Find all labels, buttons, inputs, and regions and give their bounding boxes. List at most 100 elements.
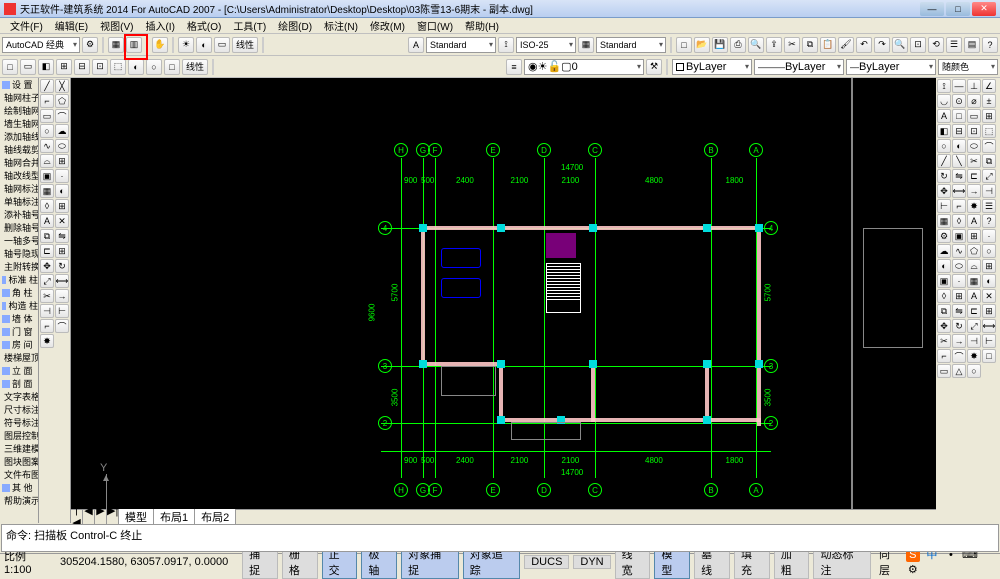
right-tool-12[interactable]: ◧: [937, 124, 951, 138]
tz-icon-10[interactable]: □: [164, 59, 180, 75]
tree-item-8[interactable]: 轴网标注: [0, 182, 38, 195]
right-tool-32[interactable]: ⊢: [937, 199, 951, 213]
block-icon[interactable]: ▣: [40, 169, 54, 183]
right-tool-31[interactable]: ⊣: [982, 184, 996, 198]
render-icon[interactable]: ◐: [196, 37, 212, 53]
right-tool-16[interactable]: ○: [937, 139, 951, 153]
right-tool-46[interactable]: ⬠: [967, 244, 981, 258]
tree-item-30[interactable]: 文件布图: [0, 468, 38, 481]
right-tool-54[interactable]: ▦: [967, 274, 981, 288]
tree-item-28[interactable]: 三维建模: [0, 442, 38, 455]
xline-icon[interactable]: ╳: [55, 79, 69, 93]
right-tool-70[interactable]: ⊣: [967, 334, 981, 348]
close-button[interactable]: ✕: [972, 2, 996, 16]
copy-icon[interactable]: ⧉: [802, 37, 818, 53]
tab-model[interactable]: 模型: [119, 509, 154, 525]
sun-icon[interactable]: ☀: [178, 37, 194, 53]
new-icon[interactable]: □: [676, 37, 692, 53]
tree-item-2[interactable]: 绘制轴网: [0, 104, 38, 117]
drawing-canvas[interactable]: HHGGFFEEDDCCBBAA443322147001470090090050…: [71, 78, 936, 509]
right-tool-10[interactable]: ▭: [967, 109, 981, 123]
menu-format[interactable]: 格式(O): [181, 18, 227, 33]
right-tool-21[interactable]: ╲: [952, 154, 966, 168]
tree-item-11[interactable]: 删除轴号: [0, 221, 38, 234]
tree-item-19[interactable]: 门 窗: [0, 325, 38, 338]
tz-icon-4[interactable]: ⊞: [56, 59, 72, 75]
right-tool-58[interactable]: A: [967, 289, 981, 303]
right-tool-7[interactable]: ±: [982, 94, 996, 108]
mirror-icon[interactable]: ⇋: [55, 229, 69, 243]
redo-icon[interactable]: ↷: [874, 37, 890, 53]
right-tool-65[interactable]: ↻: [952, 319, 966, 333]
menu-modify[interactable]: 修改(M): [364, 18, 411, 33]
right-tool-23[interactable]: ⧉: [982, 154, 996, 168]
explode-icon[interactable]: ✸: [40, 334, 54, 348]
linetype-dropdown[interactable]: ——— ByLayer: [754, 59, 844, 75]
zoom-window-icon[interactable]: ⊡: [910, 37, 926, 53]
right-tool-78[interactable]: ○: [967, 364, 981, 378]
tree-item-9[interactable]: 单轴标注: [0, 195, 38, 208]
ellipse-icon[interactable]: ⬭: [55, 139, 69, 153]
tablestyle-dropdown[interactable]: Standard: [596, 37, 666, 53]
tree-item-23[interactable]: 剖 面: [0, 377, 38, 390]
tree-item-5[interactable]: 轴线载剪: [0, 143, 38, 156]
hatch-icon[interactable]: ▦: [40, 184, 54, 198]
array-icon[interactable]: ⊞: [55, 244, 69, 258]
right-tool-15[interactable]: ⬚: [982, 124, 996, 138]
right-tool-17[interactable]: ◐: [952, 139, 966, 153]
right-tool-30[interactable]: →: [967, 184, 981, 198]
line-icon[interactable]: ╱: [40, 79, 54, 93]
right-tool-35[interactable]: ☰: [982, 199, 996, 213]
right-tool-76[interactable]: ▭: [937, 364, 951, 378]
spline-icon[interactable]: ∿: [40, 139, 54, 153]
save-icon[interactable]: 💾: [712, 37, 728, 53]
tree-item-10[interactable]: 添补轴号: [0, 208, 38, 221]
tree-item-22[interactable]: 立 面: [0, 364, 38, 377]
tz-icon-1[interactable]: □: [2, 59, 18, 75]
right-tool-67[interactable]: ⟷: [982, 319, 996, 333]
right-tool-39[interactable]: ?: [982, 214, 996, 228]
right-tool-56[interactable]: ◊: [937, 289, 951, 303]
table-icon[interactable]: ⊞: [55, 199, 69, 213]
right-tool-28[interactable]: ✥: [937, 184, 951, 198]
layer-dropdown[interactable]: ◉☀🔓▢ 0: [524, 59, 644, 75]
polygon-icon[interactable]: ⬠: [55, 94, 69, 108]
right-tool-27[interactable]: ⤢: [982, 169, 996, 183]
insert-icon[interactable]: ⊞: [55, 154, 69, 168]
right-tool-24[interactable]: ↻: [937, 169, 951, 183]
right-tool-2[interactable]: ⊥: [967, 79, 981, 93]
right-tool-64[interactable]: ✥: [937, 319, 951, 333]
erase-icon[interactable]: ✕: [55, 214, 69, 228]
right-tool-73[interactable]: ⌒: [952, 349, 966, 363]
right-tool-29[interactable]: ⟷: [952, 184, 966, 198]
right-tool-19[interactable]: ⌒: [982, 139, 996, 153]
undo-icon[interactable]: ↶: [856, 37, 872, 53]
tree-item-31[interactable]: 其 他: [0, 481, 38, 494]
cut-icon[interactable]: ✂: [784, 37, 800, 53]
menu-view[interactable]: 视图(V): [94, 18, 139, 33]
right-tool-4[interactable]: ◡: [937, 94, 951, 108]
right-tool-48[interactable]: ◐: [937, 259, 951, 273]
right-tool-38[interactable]: A: [967, 214, 981, 228]
right-tool-11[interactable]: ⊞: [982, 109, 996, 123]
revcloud-icon[interactable]: ☁: [55, 124, 69, 138]
right-tool-57[interactable]: ⊞: [952, 289, 966, 303]
right-tool-62[interactable]: ⊏: [967, 304, 981, 318]
right-tool-68[interactable]: ✂: [937, 334, 951, 348]
right-tool-40[interactable]: ⚙: [937, 229, 951, 243]
tree-item-15[interactable]: 标准 柱: [0, 273, 38, 286]
right-tool-8[interactable]: A: [937, 109, 951, 123]
tree-item-14[interactable]: 主附转换: [0, 260, 38, 273]
right-tool-71[interactable]: ⊢: [982, 334, 996, 348]
menu-tools[interactable]: 工具(T): [227, 18, 272, 33]
pline-icon[interactable]: ⌐: [40, 94, 54, 108]
right-tool-34[interactable]: ✸: [967, 199, 981, 213]
secondary-viewport[interactable]: [851, 78, 936, 509]
offset-icon[interactable]: ⊏: [40, 244, 54, 258]
tree-item-27[interactable]: 图层控制: [0, 429, 38, 442]
right-tool-33[interactable]: ⌐: [952, 199, 966, 213]
right-tool-53[interactable]: ·: [952, 274, 966, 288]
tree-item-24[interactable]: 文字表格: [0, 390, 38, 403]
right-tool-0[interactable]: ⟟: [937, 79, 951, 93]
layer-tools-icon[interactable]: ⚒: [646, 59, 662, 75]
